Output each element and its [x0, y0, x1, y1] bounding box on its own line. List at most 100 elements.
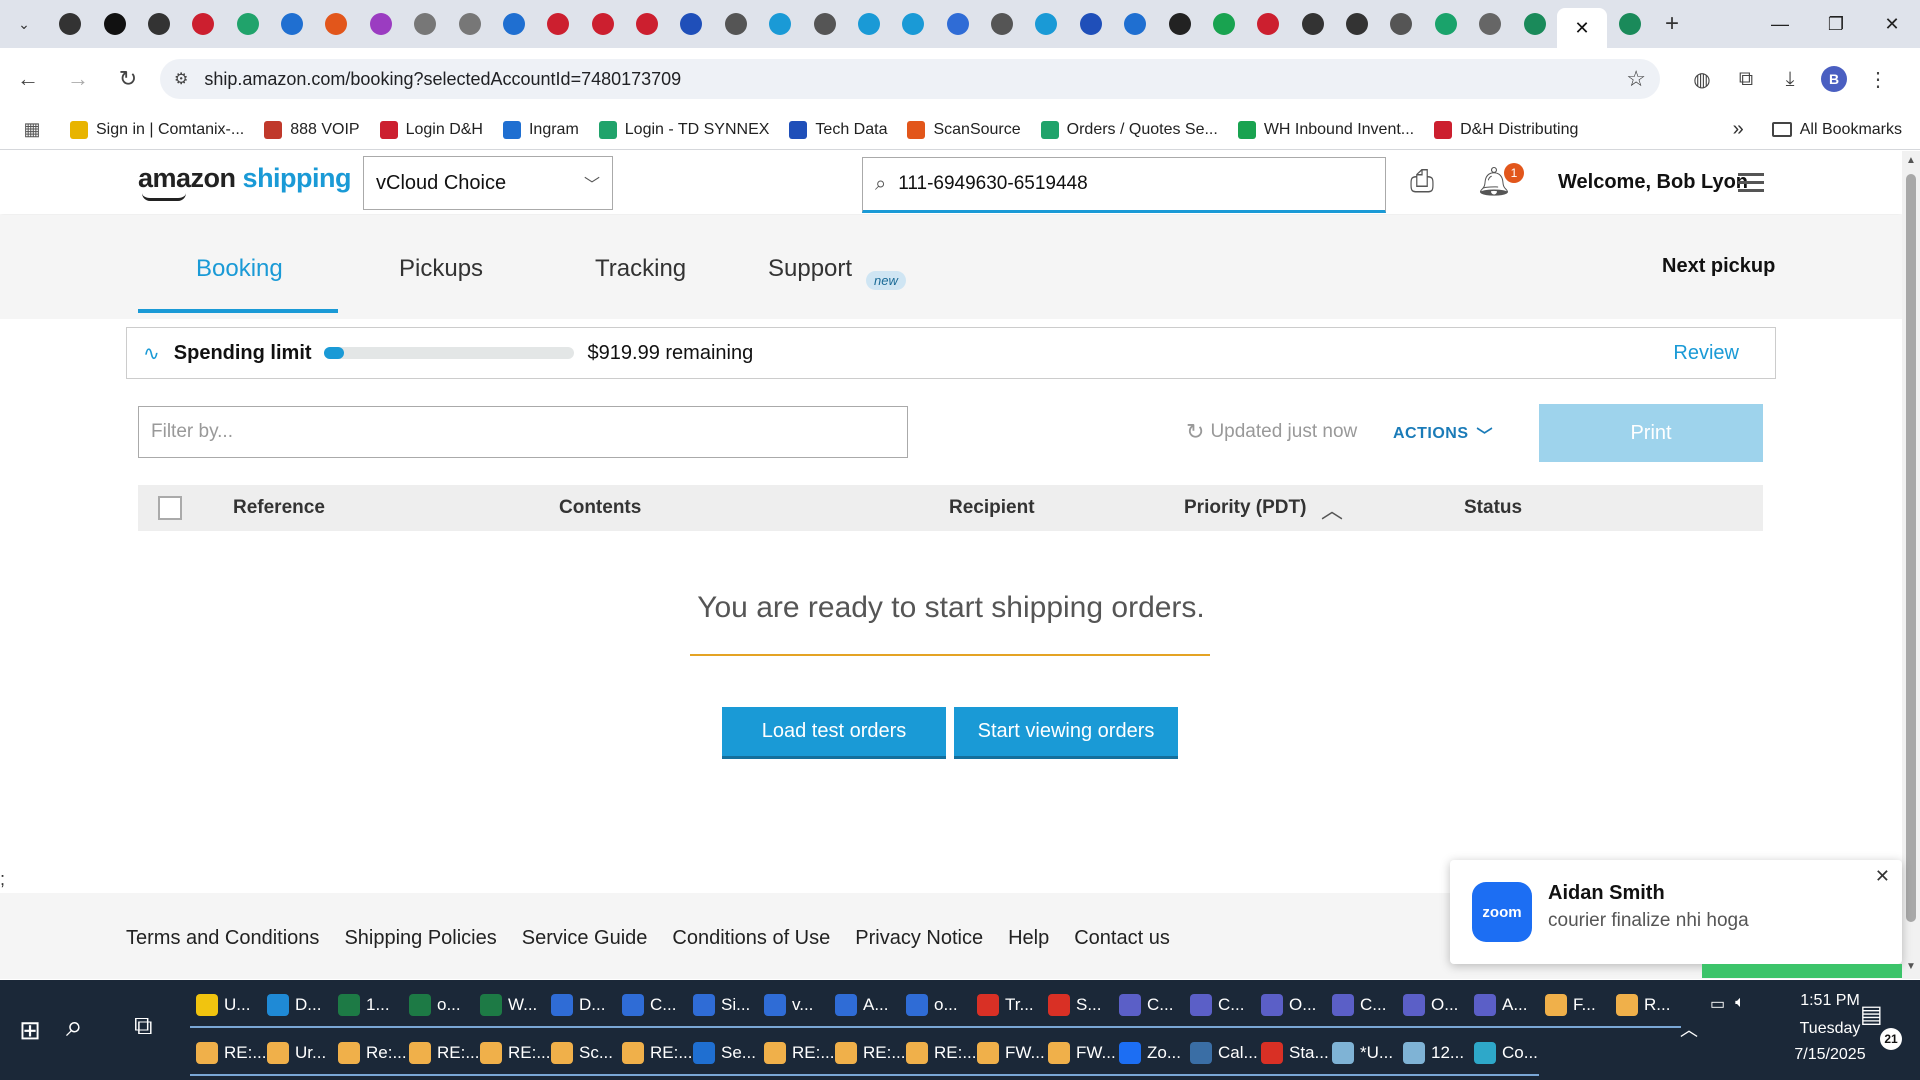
column-header[interactable]: Contents [559, 497, 641, 519]
taskbar-app-button[interactable]: R... [1610, 984, 1681, 1028]
taskbar-app-button[interactable]: Co... [1468, 1032, 1539, 1076]
taskbar-app-button[interactable]: C... [1113, 984, 1184, 1028]
tab-support[interactable]: Support [768, 255, 852, 283]
filter-box[interactable] [138, 406, 908, 458]
browser-tab[interactable] [891, 4, 935, 44]
url-text[interactable]: ship.amazon.com/booking?selectedAccountI… [204, 69, 1626, 90]
browser-tab[interactable] [1246, 4, 1290, 44]
site-info-icon[interactable]: ⚙ [174, 69, 188, 89]
print-button[interactable]: Print [1539, 404, 1763, 462]
browser-tab[interactable] [936, 4, 980, 44]
back-icon[interactable]: ← [6, 57, 50, 101]
footer-link[interactable]: Contact us [1074, 927, 1170, 950]
column-header[interactable]: Priority (PDT) [1184, 497, 1306, 519]
browser-tab[interactable] [714, 4, 758, 44]
bookmarks-overflow-icon[interactable]: » [1733, 118, 1744, 141]
tab-pickups[interactable]: Pickups [399, 255, 483, 283]
volume-icon[interactable]: 🔈︎ [1735, 994, 1745, 1014]
taskbar-app-button[interactable]: o... [403, 984, 474, 1028]
taskbar-app-button[interactable]: O... [1397, 984, 1468, 1028]
bookmark-item[interactable]: Login - TD SYNNEX [598, 120, 769, 139]
taskbar-app-button[interactable]: v... [758, 984, 829, 1028]
amazon-shipping-logo[interactable]: amazon shipping [138, 163, 352, 201]
browser-menu-icon[interactable]: ⋮ [1856, 57, 1900, 101]
globe-icon[interactable]: ◍ [1680, 57, 1724, 101]
select-all-checkbox[interactable] [158, 496, 182, 520]
browser-tab[interactable] [181, 4, 225, 44]
browser-tab[interactable] [270, 4, 314, 44]
browser-tab[interactable] [581, 4, 625, 44]
browser-tab[interactable] [492, 4, 536, 44]
taskbar-app-button[interactable]: 1... [332, 984, 403, 1028]
bookmark-item[interactable]: D&H Distributing [1434, 120, 1578, 139]
browser-tab[interactable] [137, 4, 181, 44]
taskbar-app-button[interactable]: Sc... [545, 1032, 616, 1076]
load-test-orders-button[interactable]: Load test orders [722, 707, 946, 759]
browser-tab[interactable] [669, 4, 713, 44]
footer-link[interactable]: Terms and Conditions [126, 927, 319, 950]
taskbar-app-button[interactable]: S... [1042, 984, 1113, 1028]
taskbar-app-button[interactable]: Tr... [971, 984, 1042, 1028]
taskbar-app-button[interactable]: Se... [687, 1032, 758, 1076]
windows-start-icon[interactable]: ⊞ [0, 980, 60, 1080]
tray-expand-icon[interactable]: ︿ [1680, 1016, 1698, 1042]
browser-tab[interactable] [847, 4, 891, 44]
browser-tab[interactable] [1512, 4, 1556, 44]
taskbar-app-button[interactable]: F... [1539, 984, 1610, 1028]
browser-tab[interactable] [1291, 4, 1335, 44]
browser-tab[interactable] [92, 4, 136, 44]
browser-tab[interactable] [1468, 4, 1512, 44]
taskbar-app-button[interactable]: FW... [1042, 1032, 1116, 1076]
close-icon[interactable]: ✕ [1875, 866, 1890, 887]
inactive-tab[interactable] [1607, 4, 1652, 44]
bookmark-item[interactable]: Sign in | Comtanix-... [70, 120, 244, 139]
refresh-icon[interactable]: ↻ [1186, 419, 1204, 445]
reload-icon[interactable]: ↻ [106, 57, 150, 101]
bookmark-item[interactable]: ScanSource [907, 120, 1021, 139]
bookmark-item[interactable]: WH Inbound Invent... [1237, 120, 1414, 139]
taskbar-app-button[interactable]: *U... [1326, 1032, 1397, 1076]
bookmark-item[interactable]: Tech Data [789, 120, 887, 139]
taskbar-app-button[interactable]: A... [829, 984, 900, 1028]
bookmark-item[interactable]: Ingram [502, 120, 579, 139]
zoom-notification[interactable]: zoom Aidan Smith courier finalize nhi ho… [1450, 860, 1902, 964]
footer-link[interactable]: Service Guide [522, 927, 648, 950]
browser-tab[interactable] [625, 4, 669, 44]
printer-icon[interactable]: ⎙ [1410, 165, 1434, 199]
column-header[interactable]: Recipient [949, 497, 1035, 519]
updated-status[interactable]: ↻ Updated just now [1186, 419, 1357, 445]
extensions-icon[interactable]: ⧉ [1724, 57, 1768, 101]
clock-date[interactable]: 7/15/2025 [1780, 1046, 1880, 1064]
taskbar-app-button[interactable]: Si... [687, 984, 758, 1028]
new-tab-button[interactable]: + [1652, 4, 1692, 44]
tab-booking[interactable]: Booking [196, 255, 283, 283]
browser-tab[interactable] [314, 4, 358, 44]
taskbar-app-button[interactable]: o... [900, 984, 971, 1028]
bookmark-item[interactable]: Orders / Quotes Se... [1040, 120, 1218, 139]
window-close-icon[interactable]: ✕ [1864, 0, 1920, 48]
taskbar-app-button[interactable]: Zo... [1113, 1032, 1184, 1076]
hamburger-menu-icon[interactable] [1738, 173, 1764, 197]
taskbar-app-button[interactable]: C... [1184, 984, 1255, 1028]
taskbar-app-button[interactable]: Ur... [261, 1032, 332, 1076]
taskbar-app-button[interactable]: RE:... [403, 1032, 480, 1076]
scroll-thumb[interactable] [1906, 174, 1916, 922]
browser-tab[interactable] [1069, 4, 1113, 44]
battery-icon[interactable]: ▭ [1710, 994, 1725, 1014]
actions-dropdown[interactable]: ACTIONS ﹀ [1393, 422, 1493, 446]
apps-grid-icon[interactable]: ▦ [8, 119, 56, 140]
taskbar-app-button[interactable]: A... [1468, 984, 1539, 1028]
browser-tab[interactable] [1202, 4, 1246, 44]
browser-tab[interactable] [1335, 4, 1379, 44]
taskbar-app-button[interactable]: RE:... [900, 1032, 977, 1076]
taskbar-app-button[interactable]: W... [474, 984, 545, 1028]
maximize-icon[interactable]: ❐ [1808, 0, 1864, 48]
account-selector[interactable]: vCloud Choice ﹀ [363, 156, 613, 210]
tab-tracking[interactable]: Tracking [595, 255, 686, 283]
download-icon[interactable]: ⤓ [1768, 57, 1812, 101]
taskbar-app-button[interactable]: O... [1255, 984, 1326, 1028]
taskbar-app-button[interactable]: Sta... [1255, 1032, 1329, 1076]
address-bar[interactable]: ⚙ ship.amazon.com/booking?selectedAccoun… [160, 59, 1660, 99]
footer-link[interactable]: Privacy Notice [855, 927, 983, 950]
taskbar-app-button[interactable]: Re:... [332, 1032, 407, 1076]
